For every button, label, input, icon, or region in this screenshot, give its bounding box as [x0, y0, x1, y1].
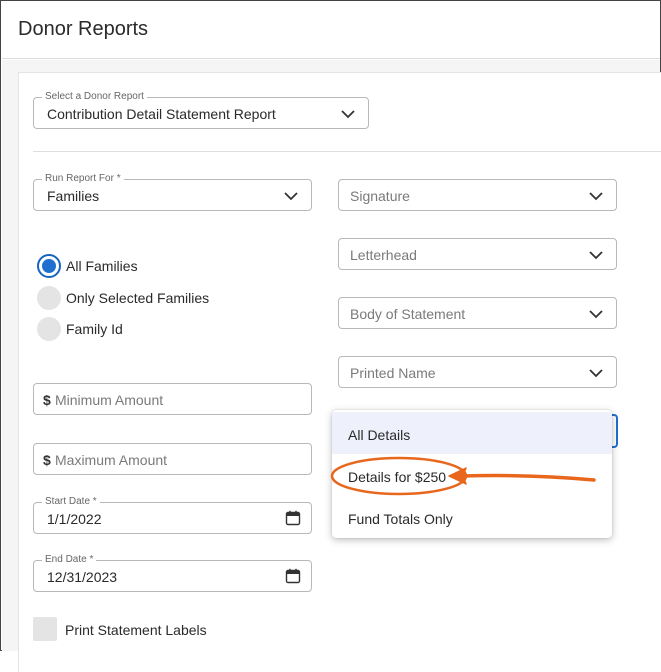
end-date-value: 12/31/2023	[47, 569, 118, 585]
chevron-down-icon	[589, 369, 603, 378]
run-report-for-label: Run Report For *	[42, 173, 124, 185]
chevron-down-icon	[589, 251, 603, 260]
page-title: Donor Reports	[18, 18, 149, 40]
signature-placeholder: Signature	[350, 188, 410, 204]
chevron-down-icon	[589, 310, 603, 319]
menu-item-fund-totals-only[interactable]: Fund Totals Only	[332, 496, 612, 538]
detail-level-dropdown-menu: All Details Details for $250 Fund Totals…	[332, 410, 612, 538]
minimum-amount-input[interactable]: $ Minimum Amount	[33, 383, 312, 415]
chevron-down-icon	[589, 192, 603, 201]
minimum-amount-placeholder: Minimum Amount	[55, 392, 164, 408]
radio-only-selected-families-label: Only Selected Families	[66, 290, 210, 306]
menu-item-all-details[interactable]: All Details	[332, 412, 612, 454]
dollar-icon: $	[43, 392, 51, 408]
start-date-label: Start Date *	[42, 496, 100, 508]
body-of-statement-placeholder: Body of Statement	[350, 306, 466, 322]
printed-name-placeholder: Printed Name	[350, 365, 436, 381]
dollar-icon: $	[43, 452, 51, 468]
run-report-for-select[interactable]: Run Report For * Families	[33, 173, 312, 211]
body-of-statement-select[interactable]: Body of Statement	[338, 297, 617, 329]
print-statement-labels-checkbox[interactable]	[33, 617, 57, 641]
chevron-down-icon	[284, 192, 298, 201]
radio-all-families-label: All Families	[66, 258, 138, 274]
end-date-input[interactable]: End Date * 12/31/2023	[33, 554, 312, 592]
printed-name-select[interactable]: Printed Name	[338, 356, 617, 388]
run-report-for-value: Families	[47, 188, 100, 204]
signature-select[interactable]: Signature	[338, 179, 617, 211]
radio-all-families[interactable]	[37, 254, 61, 278]
start-date-value: 1/1/2022	[47, 511, 102, 527]
start-date-input[interactable]: Start Date * 1/1/2022	[33, 496, 312, 534]
section-divider	[33, 151, 661, 152]
radio-family-id-label: Family Id	[66, 321, 123, 337]
letterhead-select[interactable]: Letterhead	[338, 238, 617, 270]
maximum-amount-input[interactable]: $ Maximum Amount	[33, 443, 312, 475]
print-statement-labels-label: Print Statement Labels	[65, 622, 207, 638]
maximum-amount-placeholder: Maximum Amount	[55, 452, 168, 468]
donor-report-select-value: Contribution Detail Statement Report	[47, 106, 276, 122]
page-header: Donor Reports	[2, 2, 660, 59]
donor-report-select[interactable]: Select a Donor Report Contribution Detai…	[33, 91, 369, 129]
donor-report-select-label: Select a Donor Report	[42, 91, 147, 103]
calendar-icon[interactable]	[285, 568, 301, 584]
radio-family-id[interactable]	[37, 317, 61, 341]
letterhead-placeholder: Letterhead	[350, 247, 417, 263]
chevron-down-icon	[341, 110, 355, 119]
end-date-label: End Date *	[42, 554, 97, 566]
radio-only-selected-families[interactable]	[37, 286, 61, 310]
calendar-icon[interactable]	[285, 510, 301, 526]
menu-item-details-for-250[interactable]: Details for $250	[332, 454, 612, 496]
